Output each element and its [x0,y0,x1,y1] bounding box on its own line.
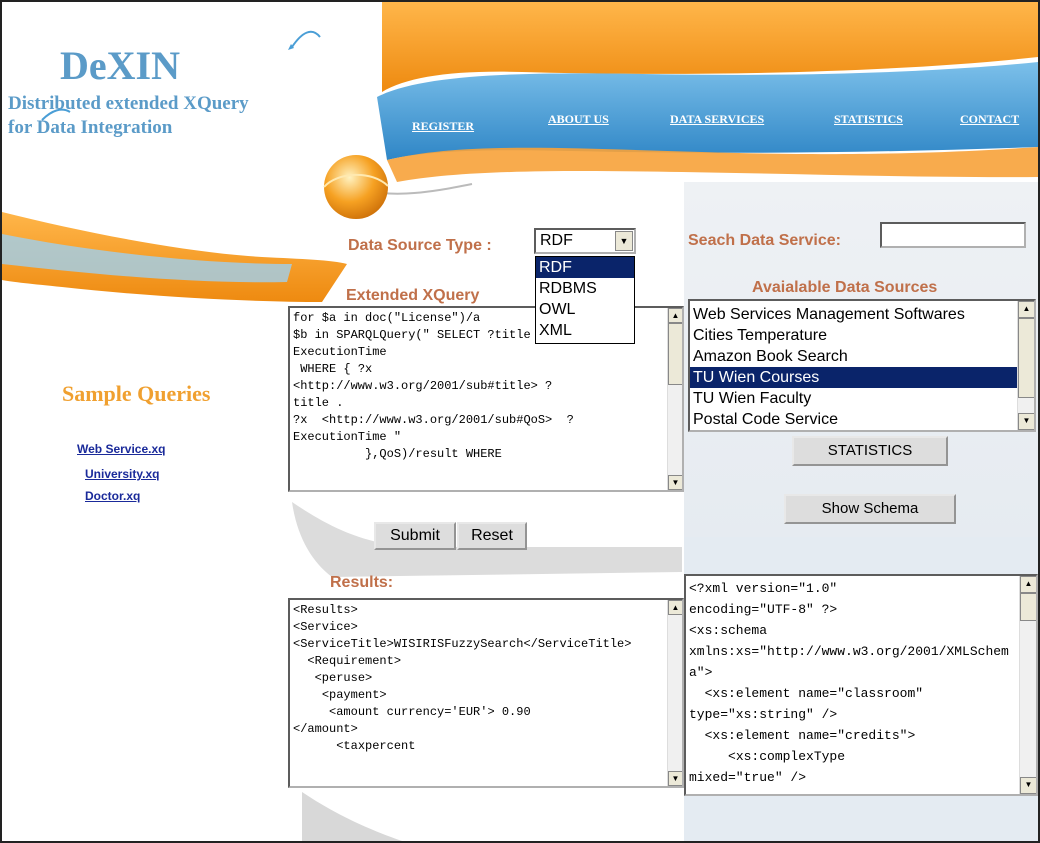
data-source-select[interactable]: RDF ▼ [534,228,636,254]
sources-scrollbar[interactable]: ▲ ▼ [1017,301,1034,430]
schema-text: <?xml version="1.0" encoding="UTF-8" ?> … [689,581,1009,785]
schema-scrollbar[interactable]: ▲ ▼ [1019,576,1036,794]
scroll-up-icon[interactable]: ▲ [1020,576,1036,593]
list-item[interactable]: Amazon Book Search [690,346,1017,367]
nav-about-us[interactable]: ABOUT US [548,112,609,127]
nav-register[interactable]: REGISTER [412,119,474,134]
data-sources-listbox[interactable]: Web Services Management Softwares Cities… [688,299,1036,432]
list-item-selected[interactable]: TU Wien Courses [690,367,1017,388]
list-item[interactable]: TU Wien Faculty [690,388,1017,409]
query-link-university[interactable]: University.xq [85,467,159,481]
data-source-dropdown: RDF RDBMS OWL XML [535,256,635,344]
list-item[interactable]: Web Services Management Softwares [690,304,1017,325]
xquery-label: Extended XQuery [346,287,480,304]
search-data-service-label: Seach Data Service: [688,232,841,249]
scroll-thumb[interactable] [1018,318,1034,398]
results-scrollbar[interactable]: ▲ ▼ [667,600,682,786]
results-label: Results: [330,574,394,591]
statistics-button[interactable]: STATISTICS [792,436,948,466]
scroll-down-icon[interactable]: ▼ [668,475,682,490]
nav-statistics[interactable]: STATISTICS [834,112,903,127]
brand-title: DeXIN [60,43,180,88]
nav-data-services[interactable]: DATA SERVICES [670,112,764,127]
dropdown-option-rdf[interactable]: RDF [536,257,634,278]
data-source-selected: RDF [540,232,573,249]
query-link-doctor[interactable]: Doctor.xq [85,489,140,503]
query-link-web-service[interactable]: Web Service.xq [77,442,166,456]
data-source-type-label: Data Source Type : [348,237,492,254]
scroll-thumb[interactable] [1020,593,1036,621]
scroll-down-icon[interactable]: ▼ [1018,413,1034,430]
nav-contact[interactable]: CONTACT [960,112,1019,127]
sample-queries-heading: Sample Queries [62,381,211,406]
scroll-thumb[interactable] [668,323,682,385]
list-item[interactable]: Cities Temperature [690,325,1017,346]
scroll-down-icon[interactable]: ▼ [1020,777,1036,794]
xquery-scrollbar[interactable]: ▲ ▼ [667,308,682,490]
chevron-down-icon[interactable]: ▼ [615,231,633,251]
page-frame: DeXIN Distributed extended XQuery for Da… [0,0,1040,843]
schema-textarea[interactable]: <?xml version="1.0" encoding="UTF-8" ?> … [684,574,1038,796]
available-sources-label: Avaialable Data Sources [752,279,938,296]
scroll-up-icon[interactable]: ▲ [668,600,682,615]
dropdown-option-xml[interactable]: XML [536,320,634,341]
show-schema-button[interactable]: Show Schema [784,494,956,524]
list-item[interactable]: Postal Code Service [690,409,1017,430]
scroll-down-icon[interactable]: ▼ [668,771,682,786]
scroll-up-icon[interactable]: ▲ [668,308,682,323]
brand-subtitle: Distributed extended XQuery for Data Int… [8,93,249,138]
results-text: <Results> <Service> <ServiceTitle>WISIRI… [293,603,632,753]
submit-button[interactable]: Submit [374,522,456,550]
search-data-service-input[interactable] [880,222,1026,248]
dropdown-option-rdbms[interactable]: RDBMS [536,278,634,299]
results-textarea[interactable]: <Results> <Service> <ServiceTitle>WISIRI… [288,598,684,788]
scroll-up-icon[interactable]: ▲ [1018,301,1034,318]
dropdown-option-owl[interactable]: OWL [536,299,634,320]
reset-button[interactable]: Reset [457,522,527,550]
